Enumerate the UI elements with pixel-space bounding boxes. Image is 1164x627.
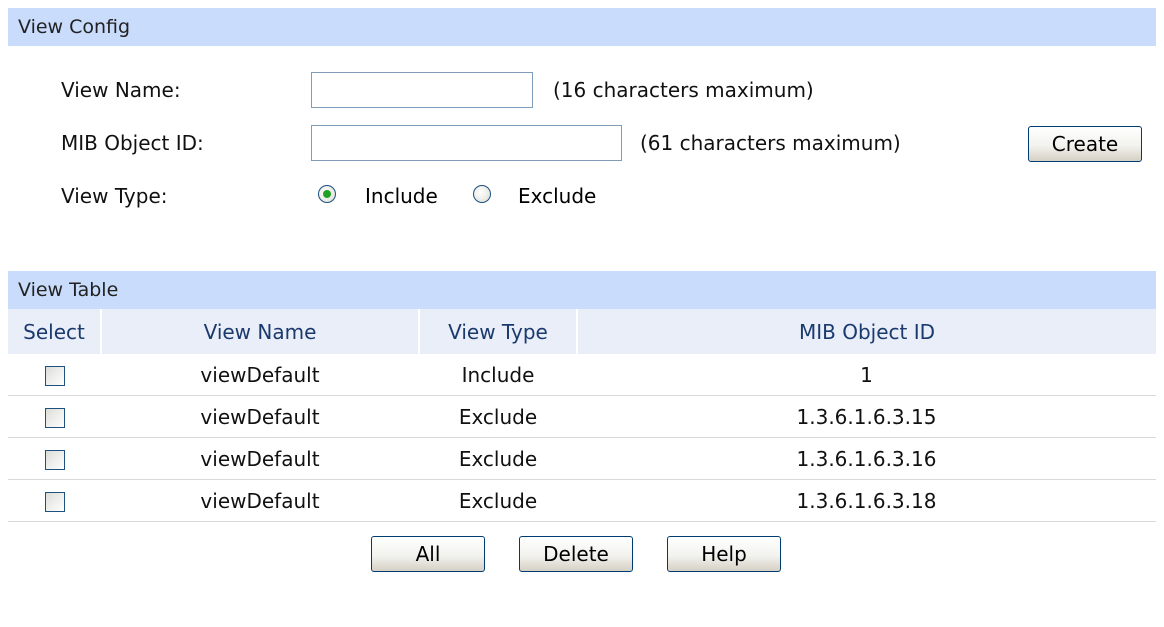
snmp-view-page: View Config View Name: (16 characters ma… bbox=[8, 8, 1156, 592]
view-type-label: View Type: bbox=[61, 184, 168, 208]
mib-object-id-cell: 1.3.6.1.6.3.15 bbox=[577, 395, 1156, 438]
mib-object-id-cell: 1.3.6.1.6.3.16 bbox=[577, 437, 1156, 480]
select-all-button[interactable]: All bbox=[371, 536, 485, 572]
view-name-cell: viewDefault bbox=[101, 395, 419, 438]
col-header-mib-object-id: MIB Object ID bbox=[577, 309, 1156, 354]
table-row: viewDefault Exclude 1.3.6.1.6.3.16 bbox=[8, 437, 1156, 480]
view-type-cell: Exclude bbox=[419, 395, 577, 438]
view-type-exclude-label[interactable]: Exclude bbox=[518, 184, 596, 208]
view-name-hint: (16 characters maximum) bbox=[553, 78, 814, 102]
view-table: Select View Name View Type MIB Object ID… bbox=[8, 309, 1156, 522]
view-table-wrap: Select View Name View Type MIB Object ID… bbox=[8, 309, 1156, 522]
view-name-cell: viewDefault bbox=[101, 479, 419, 522]
view-type-include-label[interactable]: Include bbox=[365, 184, 438, 208]
row-select-checkbox[interactable] bbox=[44, 492, 65, 512]
table-row: viewDefault Exclude 1.3.6.1.6.3.15 bbox=[8, 395, 1156, 438]
help-button[interactable]: Help bbox=[667, 536, 781, 572]
table-actions: All Delete Help bbox=[8, 522, 1156, 592]
view-table-header: View Table bbox=[8, 271, 1156, 309]
table-header-row: Select View Name View Type MIB Object ID bbox=[8, 309, 1156, 354]
view-config-form: View Name: (16 characters maximum) MIB O… bbox=[8, 46, 1156, 271]
row-select-checkbox[interactable] bbox=[44, 366, 65, 386]
mib-object-id-cell: 1 bbox=[577, 354, 1156, 396]
delete-button[interactable]: Delete bbox=[519, 536, 633, 572]
create-button[interactable]: Create bbox=[1028, 126, 1142, 162]
mib-object-id-label: MIB Object ID: bbox=[61, 131, 204, 155]
table-row: viewDefault Exclude 1.3.6.1.6.3.18 bbox=[8, 479, 1156, 522]
select-cell bbox=[8, 354, 101, 396]
col-header-select: Select bbox=[8, 309, 102, 354]
table-row: viewDefault Include 1 bbox=[8, 354, 1156, 396]
view-type-cell: Include bbox=[419, 354, 577, 396]
mib-object-id-hint: (61 characters maximum) bbox=[640, 131, 901, 155]
view-type-exclude-radio[interactable] bbox=[473, 185, 491, 203]
select-cell bbox=[8, 395, 101, 438]
mib-object-id-cell: 1.3.6.1.6.3.18 bbox=[577, 479, 1156, 522]
mib-object-id-input[interactable] bbox=[311, 125, 622, 161]
view-name-cell: viewDefault bbox=[101, 437, 419, 480]
row-select-checkbox[interactable] bbox=[44, 408, 65, 428]
select-cell bbox=[8, 437, 101, 480]
view-name-cell: viewDefault bbox=[101, 354, 419, 396]
view-name-input[interactable] bbox=[311, 72, 533, 108]
select-cell bbox=[8, 479, 101, 522]
view-name-label: View Name: bbox=[61, 78, 181, 102]
view-type-cell: Exclude bbox=[419, 437, 577, 480]
row-select-checkbox[interactable] bbox=[44, 450, 65, 470]
view-type-include-radio[interactable] bbox=[318, 185, 336, 203]
view-config-header: View Config bbox=[8, 8, 1156, 46]
col-header-view-type: View Type bbox=[419, 309, 578, 354]
col-header-view-name: View Name bbox=[101, 309, 420, 354]
view-type-cell: Exclude bbox=[419, 479, 577, 522]
